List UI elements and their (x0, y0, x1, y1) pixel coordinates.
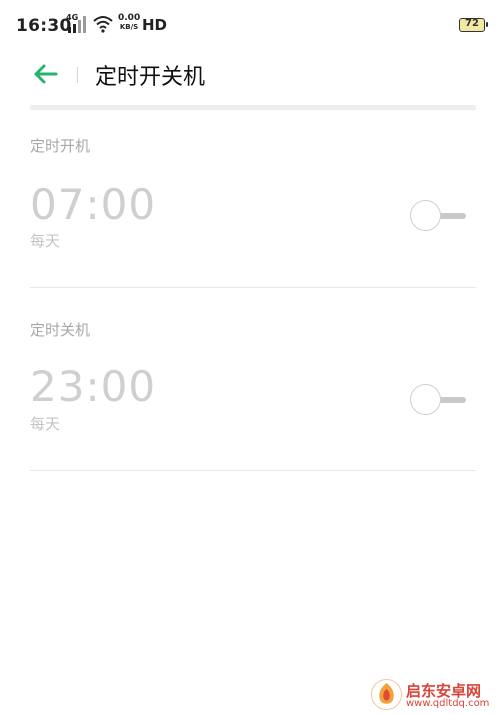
back-arrow-icon[interactable] (32, 60, 60, 88)
status-time: 16:30 (16, 16, 72, 36)
schedule-label: 定时开机 (30, 137, 91, 155)
cellular-signal-icon (68, 16, 86, 33)
status-bar: 16:30 4G 0.00 KB/S HD 72 (0, 0, 500, 50)
page-title: 定时开关机 (95, 65, 206, 90)
watermark: 启东安卓网 www.qdltdq.com (370, 676, 500, 715)
header-separator (30, 105, 476, 110)
watermark-logo-icon (371, 679, 402, 710)
section-divider (30, 287, 476, 288)
wifi-icon (93, 16, 113, 33)
hd-indicator: HD (142, 16, 168, 34)
battery-level: 72 (465, 18, 479, 29)
schedule-time[interactable]: 23:00 (30, 362, 156, 411)
network-speed-value: 0.00 (118, 13, 141, 23)
watermark-url: www.qdltdq.com (406, 698, 490, 709)
schedule-repeat: 每天 (30, 415, 61, 433)
schedule-time[interactable]: 07:00 (30, 180, 156, 229)
toggle-knob (410, 384, 441, 415)
power-on-toggle[interactable] (410, 199, 466, 233)
schedule-power-on[interactable]: 定时开机 07:00 每天 (30, 130, 476, 288)
network-speed: 0.00 KB/S (118, 14, 140, 32)
toggle-knob (410, 200, 441, 231)
app-header: 定时开关机 (0, 50, 500, 106)
schedule-power-off[interactable]: 定时关机 23:00 每天 (30, 312, 476, 470)
section-divider (30, 470, 476, 471)
network-speed-unit: KB/S (119, 23, 139, 31)
schedule-label: 定时关机 (30, 321, 91, 339)
power-off-toggle[interactable] (410, 383, 466, 417)
header-divider (77, 67, 78, 83)
schedule-repeat: 每天 (30, 232, 61, 250)
battery-icon: 72 (459, 18, 488, 32)
